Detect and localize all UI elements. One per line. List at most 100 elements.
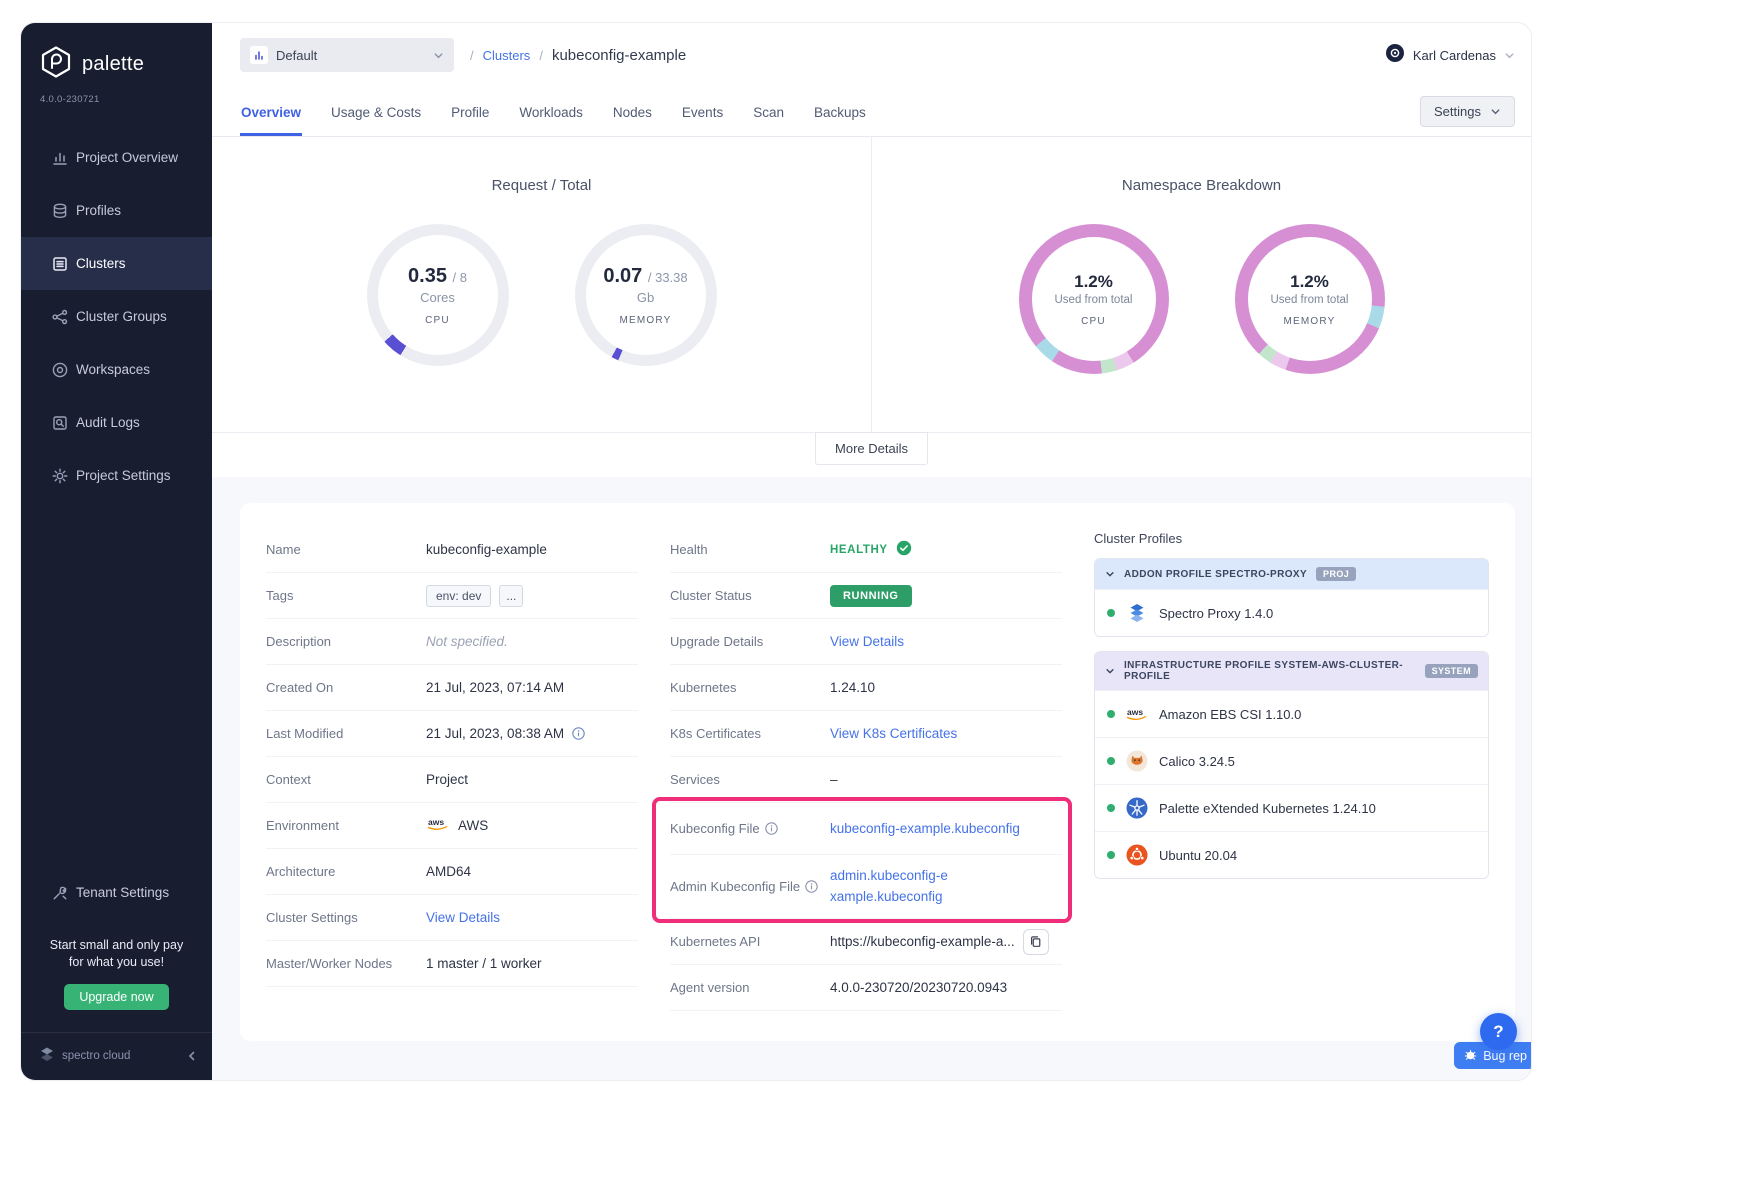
name-row: Name kubeconfig-example: [266, 527, 638, 573]
detail-label: Context: [266, 772, 426, 787]
topbar: Default / Clusters / kubeconfig-example …: [212, 23, 1531, 87]
sidebar-item-cluster-groups[interactable]: Cluster Groups: [21, 290, 212, 343]
tools-icon: [51, 884, 69, 902]
namespace-memory-ring: 1.2% Used from total MEMORY: [1235, 224, 1385, 374]
cluster-settings-row: Cluster Settings View Details: [266, 895, 638, 941]
detail-label: Environment: [266, 818, 426, 833]
infrastructure-profile-header[interactable]: INFRASTRUCTURE PROFILE SYSTEM-AWS-CLUSTE…: [1095, 652, 1488, 690]
app-window: palette 4.0.0-230721 Project Overview Pr…: [21, 23, 1531, 1080]
settings-button[interactable]: Settings: [1420, 96, 1515, 127]
info-icon[interactable]: [572, 727, 585, 740]
breadcrumb-separator: /: [470, 48, 474, 63]
admin-kubeconfig-file-link[interactable]: admin.kubeconfig-example.kubeconfig: [830, 866, 952, 908]
info-icon[interactable]: [765, 822, 778, 835]
upgrade-details-row: Upgrade Details View Details: [670, 619, 1062, 665]
cluster-details-card: Name kubeconfig-example Tags env: dev ..…: [240, 503, 1515, 1041]
project-selector-value: Default: [276, 48, 317, 63]
info-icon[interactable]: [805, 880, 818, 893]
namespace-cpu-caption: CPU: [1081, 316, 1106, 327]
cluster-name-value: kubeconfig-example: [426, 542, 547, 557]
chevron-down-icon: [1504, 50, 1515, 61]
cpu-request-total: / 8: [453, 270, 467, 285]
tab-nodes[interactable]: Nodes: [612, 90, 653, 136]
user-menu[interactable]: Karl Cardenas: [1385, 43, 1515, 68]
memory-request-unit: Gb: [637, 290, 654, 305]
status-dot: [1107, 757, 1115, 765]
detail-label: Master/Worker Nodes: [266, 956, 426, 971]
created-on-value: 21 Jul, 2023, 07:14 AM: [426, 680, 564, 695]
sidebar-item-clusters[interactable]: Clusters: [21, 237, 212, 290]
profile-pack-item[interactable]: Ubuntu 20.04: [1095, 831, 1488, 878]
kubeconfig-file-link[interactable]: kubeconfig-example.kubeconfig: [830, 821, 1020, 836]
health-status-value: HEALTHY: [830, 544, 888, 556]
upgrade-now-button[interactable]: Upgrade now: [64, 984, 168, 1010]
user-avatar-icon: [1385, 43, 1405, 68]
tab-backups[interactable]: Backups: [813, 90, 867, 136]
footer-brand: spectro cloud: [62, 1050, 130, 1062]
user-name: Karl Cardenas: [1413, 48, 1496, 63]
target-icon: [51, 361, 69, 379]
sidebar-item-profiles[interactable]: Profiles: [21, 184, 212, 237]
chevron-down-icon: [433, 50, 444, 61]
collapse-sidebar-icon[interactable]: [186, 1050, 198, 1062]
calico-icon: [1125, 749, 1149, 773]
sidebar-item-audit-logs[interactable]: Audit Logs: [21, 396, 212, 449]
cluster-settings-view-details-link[interactable]: View Details: [426, 910, 500, 925]
detail-label: Kubernetes API: [670, 934, 830, 949]
addon-profile-name: ADDON PROFILE SPECTRO-PROXY: [1124, 569, 1307, 580]
addon-profile-group: ADDON PROFILE SPECTRO-PROXY PROJ Spectro…: [1094, 558, 1489, 637]
promo-line-2: for what you use!: [21, 954, 212, 971]
detail-label: Description: [266, 634, 426, 649]
sidebar-item-project-overview[interactable]: Project Overview: [21, 131, 212, 184]
cluster-profiles-column: Cluster Profiles ADDON PROFILE SPECTRO-P…: [1094, 527, 1489, 1011]
agent-version-value: 4.0.0-230720/20230720.0943: [830, 980, 1007, 995]
tab-bar: Overview Usage & Costs Profile Workloads…: [212, 87, 1531, 137]
description-value: Not specified.: [426, 634, 508, 649]
gear-icon: [51, 467, 69, 485]
profile-pack-item[interactable]: Palette eXtended Kubernetes 1.24.10: [1095, 784, 1488, 831]
tab-overview[interactable]: Overview: [240, 90, 302, 136]
created-on-row: Created On 21 Jul, 2023, 07:14 AM: [266, 665, 638, 711]
tab-workloads[interactable]: Workloads: [518, 90, 584, 136]
profile-pack-item[interactable]: Spectro Proxy 1.4.0: [1095, 589, 1488, 636]
cpu-request-gauge: 0.35 / 8 Cores CPU: [367, 224, 509, 366]
upgrade-view-details-link[interactable]: View Details: [830, 634, 904, 649]
cluster-profiles-title: Cluster Profiles: [1094, 531, 1489, 546]
copy-icon[interactable]: [1023, 929, 1049, 955]
project-selector[interactable]: Default: [240, 38, 454, 72]
tab-profile[interactable]: Profile: [450, 90, 490, 136]
bar-chart-icon: [51, 149, 69, 167]
infrastructure-profile-name: INFRASTRUCTURE PROFILE SYSTEM-AWS-CLUSTE…: [1124, 660, 1416, 682]
tab-usage-costs[interactable]: Usage & Costs: [330, 90, 422, 136]
sidebar-item-project-settings[interactable]: Project Settings: [21, 449, 212, 502]
cpu-caption: CPU: [425, 315, 450, 326]
profile-pack-item[interactable]: aws Amazon EBS CSI 1.10.0: [1095, 690, 1488, 737]
detail-label: Name: [266, 542, 426, 557]
detail-label: Upgrade Details: [670, 634, 830, 649]
profile-pack-item[interactable]: Calico 3.24.5: [1095, 737, 1488, 784]
svg-text:aws: aws: [428, 817, 444, 827]
breadcrumb-clusters-link[interactable]: Clusters: [483, 48, 531, 63]
sidebar-item-label: Clusters: [76, 256, 126, 271]
sidebar-item-label: Tenant Settings: [76, 885, 169, 900]
spectro-proxy-icon: [1125, 601, 1149, 625]
tab-scan[interactable]: Scan: [752, 90, 785, 136]
addon-profile-header[interactable]: ADDON PROFILE SPECTRO-PROXY PROJ: [1095, 559, 1488, 589]
last-modified-row: Last Modified 21 Jul, 2023, 08:38 AM: [266, 711, 638, 757]
network-icon: [51, 308, 69, 326]
tag-chip[interactable]: env: dev: [426, 585, 491, 607]
help-button[interactable]: ?: [1480, 1013, 1517, 1050]
tags-more-chip[interactable]: ...: [499, 585, 523, 607]
pack-label: Ubuntu 20.04: [1159, 848, 1237, 863]
sidebar-item-tenant-settings[interactable]: Tenant Settings: [21, 866, 212, 919]
palette-logo-icon: [39, 45, 73, 84]
bug-report-label: Bug rep: [1483, 1049, 1527, 1063]
sidebar-item-workspaces[interactable]: Workspaces: [21, 343, 212, 396]
more-details-button[interactable]: More Details: [815, 432, 928, 465]
namespace-memory-label: Used from total: [1271, 294, 1349, 306]
view-k8s-certificates-link[interactable]: View K8s Certificates: [830, 726, 957, 741]
proj-badge: PROJ: [1316, 567, 1356, 581]
memory-request-gauge: 0.07 / 33.38 Gb MEMORY: [575, 224, 717, 366]
tab-events[interactable]: Events: [681, 90, 724, 136]
pack-label: Calico 3.24.5: [1159, 754, 1235, 769]
